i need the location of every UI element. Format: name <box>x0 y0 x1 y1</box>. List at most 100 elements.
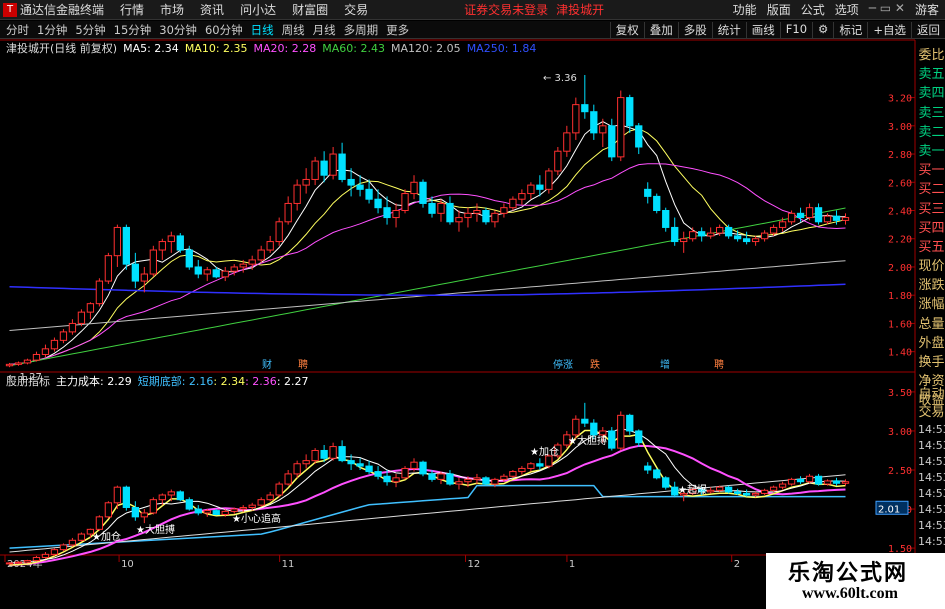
price-axis-label: 3.00 <box>888 122 912 133</box>
candle-body <box>428 202 436 214</box>
ind-candle-body <box>751 492 760 496</box>
candle-body <box>410 181 418 195</box>
candle-body <box>707 232 715 237</box>
side-label-4: 卖二 <box>918 124 945 140</box>
candle-body <box>113 226 122 257</box>
ind-candle-body <box>23 560 32 563</box>
candle-body <box>805 207 814 219</box>
candle-body <box>563 132 571 152</box>
price-axis-label: 3.20 <box>888 94 912 105</box>
ind-candle-body <box>518 467 526 473</box>
trade-side-label-6: 14:53 <box>918 487 945 500</box>
candle-body <box>158 241 166 251</box>
candle-body <box>212 269 220 278</box>
candle-body <box>302 178 310 186</box>
candle-body <box>131 263 139 282</box>
ind-candle-body <box>149 499 157 514</box>
candle-body <box>644 188 652 197</box>
ind-candle-body <box>383 475 391 483</box>
candle-body <box>203 269 211 275</box>
ind-candle-body <box>707 489 715 493</box>
price-axis-label: 2.60 <box>888 178 912 189</box>
ind-candle-body <box>5 562 14 565</box>
event-marker: 聘 <box>714 358 724 371</box>
candle-body <box>95 280 104 305</box>
indicator-signal-label: ★加仓 <box>530 445 559 458</box>
candle-body <box>194 266 202 275</box>
ind-candle-body <box>500 475 508 480</box>
candle-body <box>338 153 346 180</box>
candle-body <box>257 249 265 261</box>
trade-side-panel: 自动交易14:5314:5314:5314:5314:5314:5314:531… <box>918 386 945 566</box>
candle-body <box>185 249 193 268</box>
side-label-10: 买五 <box>918 239 945 255</box>
candle-body <box>778 221 787 228</box>
ind-candle-body <box>581 418 589 424</box>
candle-body <box>742 238 751 243</box>
ind-candle-body <box>347 460 355 465</box>
ind-candle-body <box>77 533 86 541</box>
ind-candle-body <box>644 465 652 471</box>
ind-candle-body <box>41 553 50 558</box>
trade-side-label-9: 14:53 <box>918 535 945 548</box>
candle-body <box>401 193 409 212</box>
ind-candle-body <box>823 480 832 485</box>
side-label-7: 买二 <box>918 182 945 198</box>
candle-body <box>653 195 661 212</box>
trade-side-label-0[interactable]: 自动 <box>918 386 945 404</box>
candle-body <box>104 255 113 282</box>
candle-body <box>419 181 427 204</box>
ind-candle-body <box>590 422 598 436</box>
candle-body <box>221 270 229 278</box>
candle-body <box>239 263 247 268</box>
trade-side-label-1[interactable]: 交易 <box>918 404 945 422</box>
low-annotation: ← 1.27 <box>8 372 42 383</box>
price-axis-label: 2.80 <box>888 150 912 161</box>
candle-body <box>50 339 59 350</box>
price-axis-label: 2.00 <box>888 263 912 274</box>
ind-candle-body <box>257 499 265 506</box>
candle-body <box>5 363 14 367</box>
price-axis-label: 2.20 <box>888 235 912 246</box>
ind-candle-body <box>769 486 778 491</box>
candle-body <box>32 353 41 361</box>
ind-candle-body <box>185 499 193 510</box>
ind-candle-body <box>131 506 139 518</box>
indicator-axis-label: 3.00 <box>888 427 912 438</box>
indicator-line-2 <box>9 428 846 564</box>
ind-candle-body <box>608 430 616 449</box>
ind-candle-body <box>491 478 499 485</box>
indicator-axis-label: 3.50 <box>888 388 912 399</box>
ind-candle-body <box>167 491 175 496</box>
candle-body <box>14 362 23 365</box>
event-marker: 财 <box>262 358 272 371</box>
side-label-14: 总量 <box>918 316 945 332</box>
ind-candle-body <box>275 483 283 496</box>
candle-body <box>832 215 841 221</box>
side-label-15: 外盘 <box>918 335 945 351</box>
candle-body <box>509 198 517 209</box>
side-label-1: 卖五 <box>918 67 945 83</box>
date-label: 10 <box>121 559 134 570</box>
trade-side-label-5: 14:53 <box>918 471 945 484</box>
candle-body <box>68 322 77 333</box>
side-label-9: 买四 <box>918 220 945 236</box>
candle-body <box>760 232 769 240</box>
candle-body <box>716 226 724 234</box>
date-label: 2 <box>734 559 740 570</box>
candle-body <box>149 249 157 275</box>
candle-body <box>320 160 328 176</box>
ind-candle-body <box>284 473 292 485</box>
ind-candle-body <box>401 467 409 479</box>
watermark-title: 乐淘公式网 <box>788 561 909 586</box>
date-label: 1 <box>569 559 575 570</box>
candle-body <box>554 150 562 172</box>
ind-candle-body <box>760 489 769 494</box>
candle-body <box>311 160 319 180</box>
kline-chart[interactable]: 3.20 3.00 2.80 2.60 2.40 2.20 2.00 1.80 1.60 1.40… <box>0 0 945 609</box>
candle-body <box>140 273 148 282</box>
ind-candle-body <box>455 481 463 485</box>
candle-body <box>796 212 805 219</box>
trade-side-label-8: 14:53 <box>918 519 945 532</box>
ind-candle-body <box>716 486 724 491</box>
